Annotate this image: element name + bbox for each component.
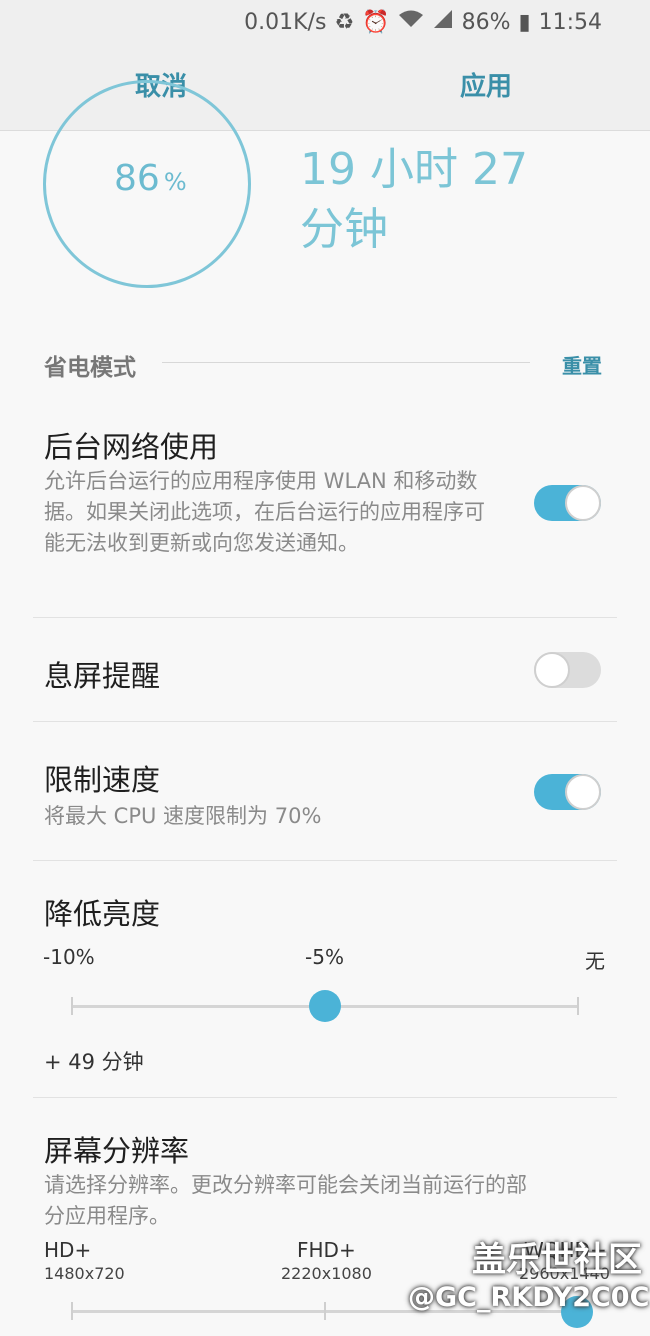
slider-tick	[577, 997, 579, 1015]
time-remaining: 19 小时 27 分钟	[300, 144, 528, 255]
bg-network-title[interactable]: 后台网络使用	[44, 424, 218, 466]
watermark-title: 盖乐世社区	[472, 1240, 642, 1280]
battery-icon: ▮	[518, 9, 531, 35]
divider	[33, 721, 617, 722]
wifi-icon	[398, 9, 424, 35]
brightness-label-min: -10%	[43, 945, 95, 969]
alarm-icon: ⏰	[362, 9, 390, 35]
signal-icon	[432, 9, 454, 35]
brightness-extra-time: + 49 分钟	[44, 1050, 144, 1074]
battery-unit: %	[163, 168, 187, 196]
section-divider	[162, 362, 530, 363]
bg-network-toggle[interactable]	[534, 485, 601, 521]
recycle-icon: ♻	[334, 9, 355, 35]
resolution-option-size: 1480x720	[44, 1264, 125, 1283]
resolution-option-name[interactable]: FHD+	[297, 1238, 356, 1262]
divider	[33, 860, 617, 861]
resolution-option-name[interactable]: HD+	[44, 1238, 91, 1262]
battery-percent: 86%	[461, 9, 511, 35]
aod-title[interactable]: 息屏提醒	[44, 653, 160, 695]
resolution-option-size: 2220x1080	[281, 1264, 372, 1283]
toggle-knob	[565, 485, 601, 521]
bg-network-desc: 允许后台运行的应用程序使用 WLAN 和移动数据。如果关闭此选项，在后台运行的应…	[44, 469, 485, 555]
slider-tick	[71, 997, 73, 1015]
toggle-knob	[534, 652, 570, 688]
cpu-limit-desc: 将最大 CPU 速度限制为 70%	[44, 804, 322, 828]
brightness-title: 降低亮度	[44, 897, 161, 931]
resolution-title: 屏幕分辨率	[44, 1134, 190, 1168]
battery-value: 86	[114, 158, 160, 199]
brightness-label-none: 无	[585, 949, 605, 973]
clock: 11:54	[538, 9, 602, 35]
toggle-knob	[565, 774, 601, 810]
brightness-label-mid: -5%	[305, 945, 344, 969]
slider-tick	[324, 1302, 326, 1320]
cpu-limit-toggle[interactable]	[534, 774, 601, 810]
watermark-handle: @GC_RKDY2C0C	[408, 1282, 650, 1313]
brightness-slider-thumb[interactable]	[309, 990, 341, 1022]
section-title: 省电模式	[44, 355, 136, 381]
divider	[33, 617, 617, 618]
aod-toggle[interactable]	[534, 652, 601, 688]
status-bar: 0.01K/s ♻ ⏰ 86% ▮ 11:54	[0, 0, 650, 44]
reset-button[interactable]: 重置	[562, 350, 602, 379]
apply-button[interactable]: 应用	[460, 66, 512, 103]
battery-percentage: 86%	[114, 158, 187, 199]
cpu-limit-title[interactable]: 限制速度	[44, 757, 160, 799]
network-speed: 0.01K/s	[244, 9, 327, 35]
divider	[33, 1097, 617, 1098]
slider-tick	[71, 1302, 73, 1320]
resolution-desc: 请选择分辨率。更改分辨率可能会关闭当前运行的部分应用程序。	[44, 1173, 527, 1228]
